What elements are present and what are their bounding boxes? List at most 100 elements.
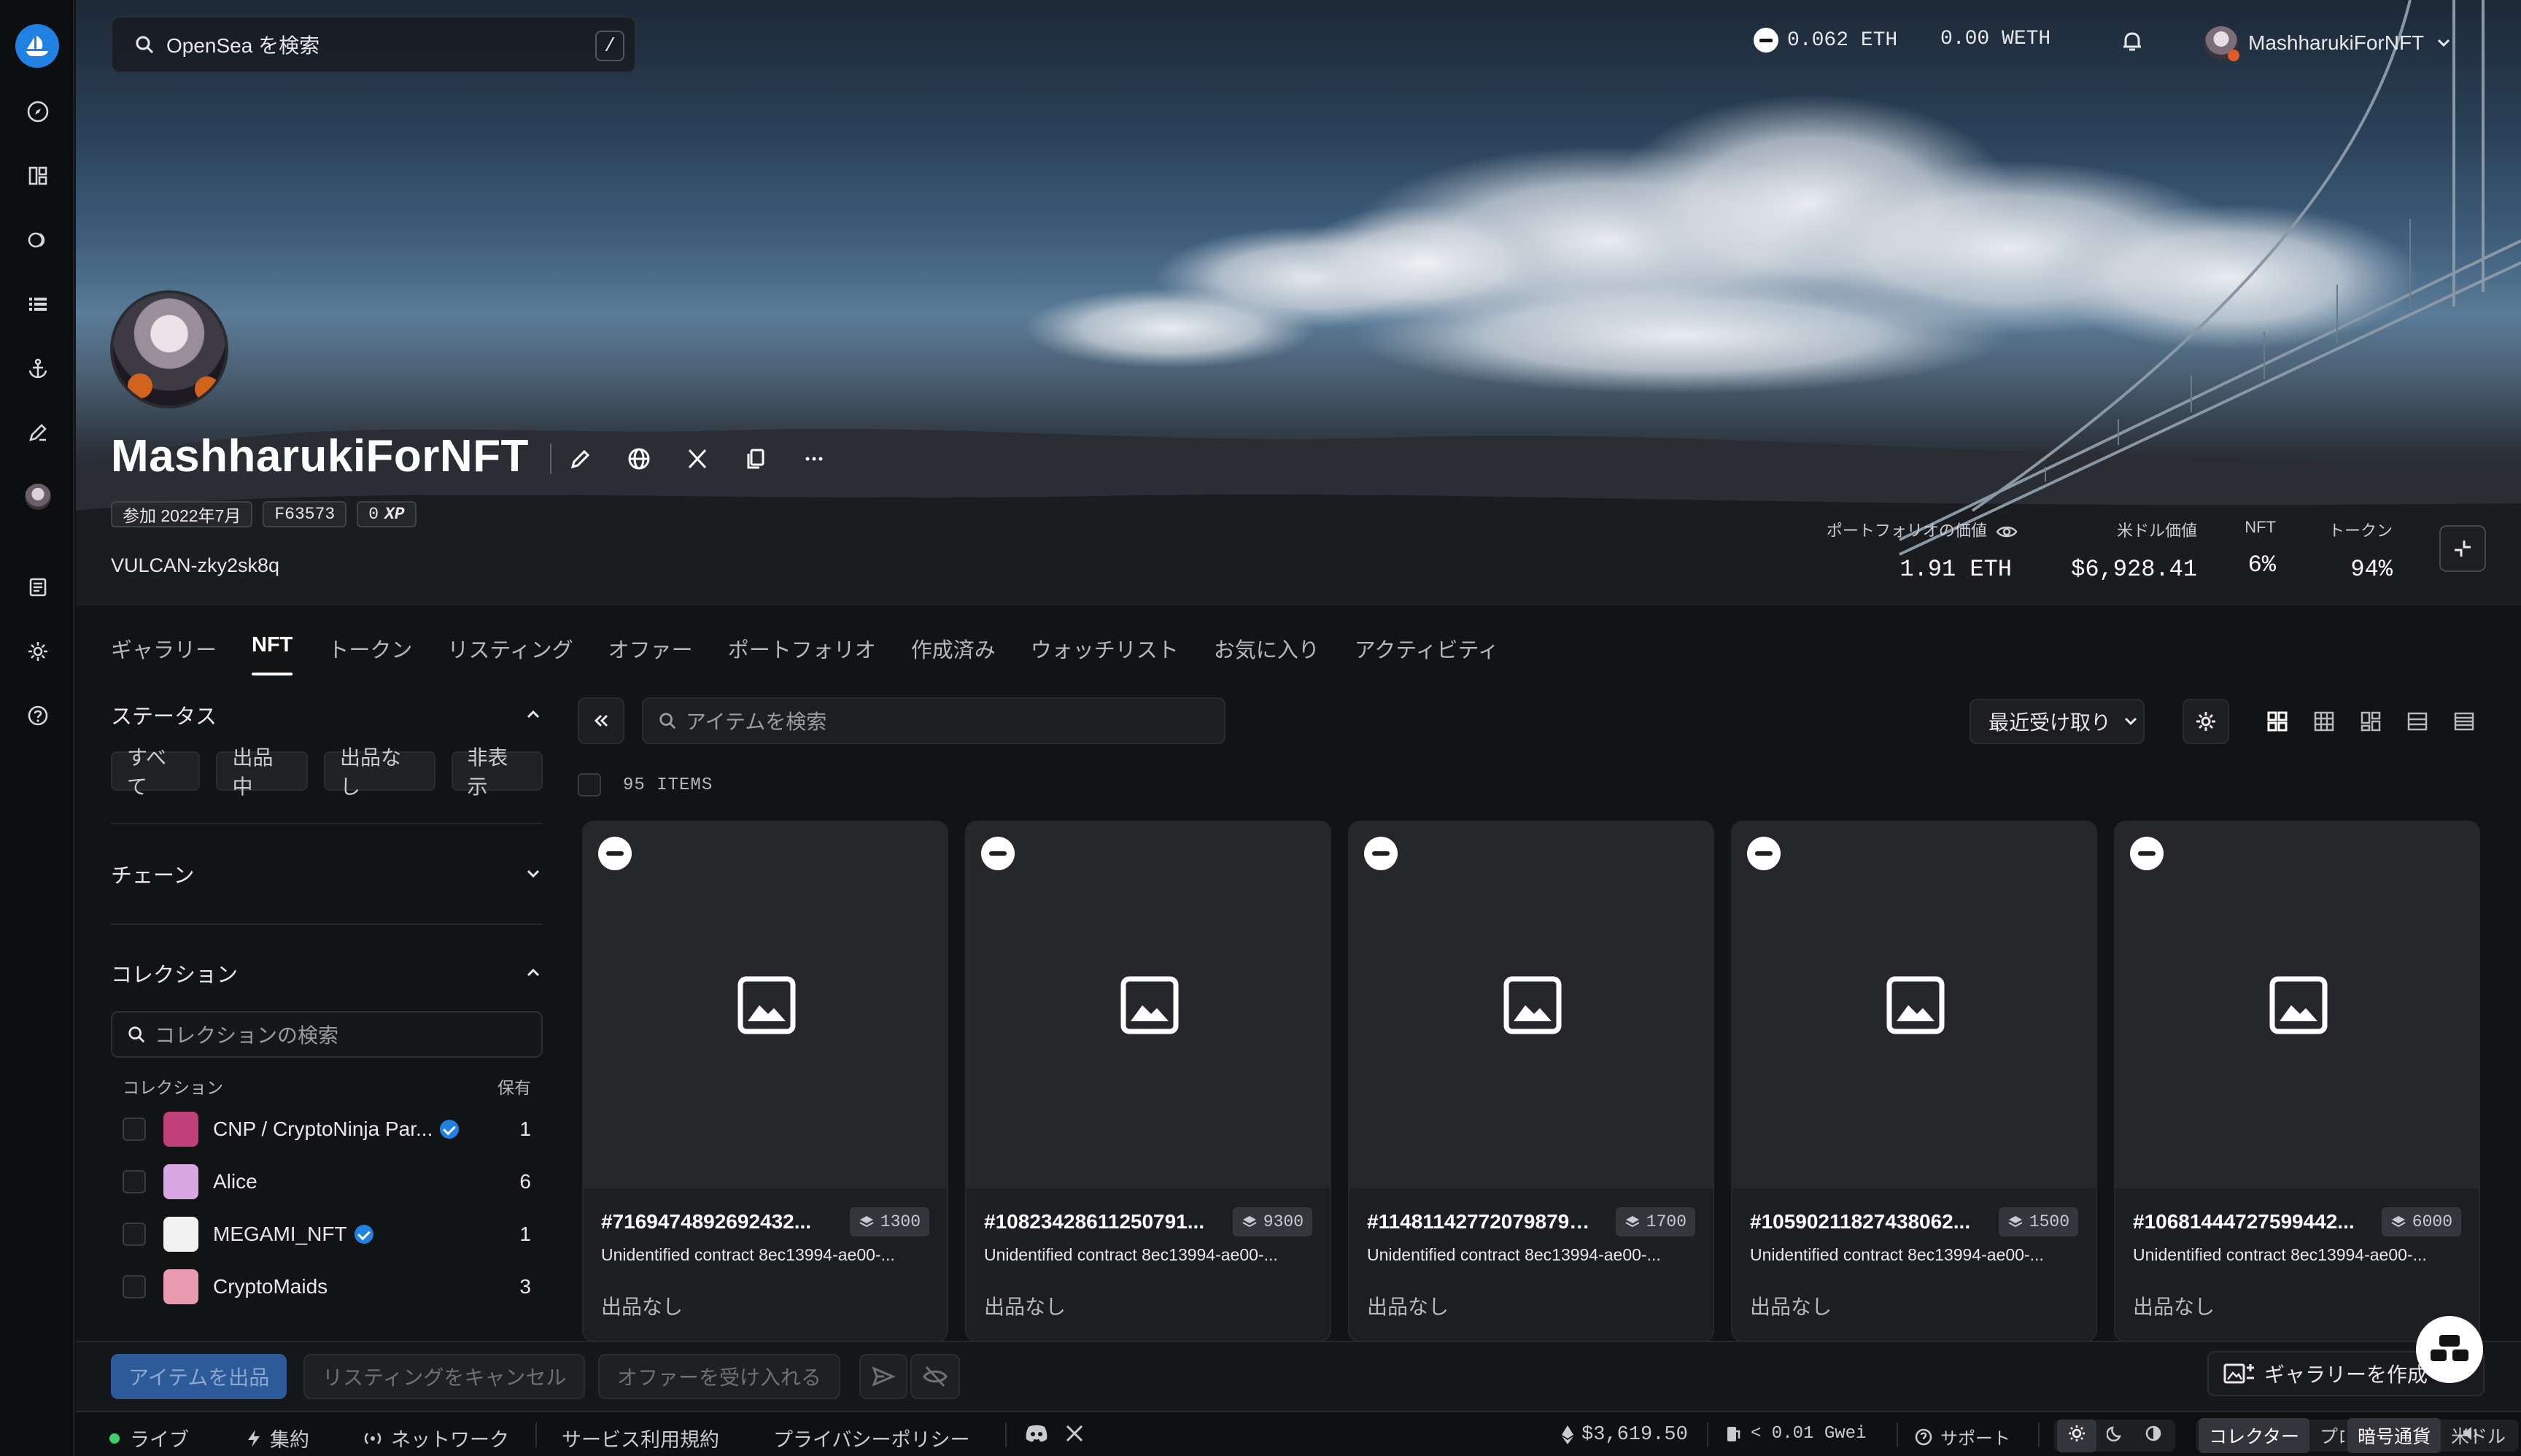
deselect-icon[interactable] bbox=[2130, 837, 2164, 870]
accept-offer-button[interactable]: オファーを受け入れる bbox=[598, 1354, 841, 1399]
x-twitter-icon[interactable] bbox=[1065, 1424, 1084, 1443]
copy-icon[interactable] bbox=[727, 442, 785, 476]
nft-media[interactable] bbox=[967, 822, 1330, 1188]
collection-checkbox[interactable] bbox=[123, 1223, 146, 1246]
status-section-header[interactable]: ステータス bbox=[111, 693, 543, 737]
tab-4[interactable]: オファー bbox=[608, 633, 693, 675]
eye-icon[interactable] bbox=[1996, 524, 2018, 540]
masonry-view-icon[interactable] bbox=[2347, 699, 2394, 744]
display-settings-button[interactable] bbox=[2183, 699, 2229, 744]
item-search-input[interactable]: アイテムを検索 bbox=[642, 697, 1225, 744]
list-view-icon[interactable] bbox=[2394, 699, 2441, 744]
live-indicator[interactable]: ライブ bbox=[109, 1424, 189, 1452]
status-filter-button[interactable]: 非表示 bbox=[451, 746, 543, 798]
profile-code-chip[interactable]: F63573 bbox=[263, 501, 347, 527]
collection-section-header[interactable]: コレクション bbox=[111, 951, 543, 995]
sound-speaker-icon[interactable] bbox=[2461, 1424, 2482, 1443]
collection-row[interactable]: Alice 6 bbox=[111, 1155, 543, 1208]
weth-balance[interactable]: 0.00 WETH bbox=[1940, 28, 2051, 50]
collapse-stats-button[interactable] bbox=[2439, 525, 2486, 572]
nft-card[interactable]: #10590211827438062... 1500 Unidentified co… bbox=[1731, 821, 2097, 1342]
terms-link[interactable]: サービス利用規約 bbox=[562, 1424, 719, 1452]
deselect-icon[interactable] bbox=[1747, 837, 1781, 870]
more-dots-icon[interactable] bbox=[785, 442, 843, 476]
aggregate-label: 集約 bbox=[270, 1429, 309, 1451]
collection-checkbox[interactable] bbox=[123, 1275, 146, 1298]
collection-checkbox[interactable] bbox=[123, 1118, 146, 1141]
grid-small-view-icon[interactable] bbox=[2301, 699, 2347, 744]
create-pen-icon[interactable] bbox=[26, 421, 50, 444]
list-icon[interactable] bbox=[26, 293, 50, 316]
list-items-button[interactable]: アイテムを出品 bbox=[111, 1354, 287, 1399]
deselect-icon[interactable] bbox=[598, 837, 632, 870]
tab-2[interactable]: トークン bbox=[328, 633, 412, 675]
anchor-icon[interactable] bbox=[26, 357, 50, 380]
aggregate-link[interactable]: 集約 bbox=[245, 1424, 309, 1452]
edit-pencil-icon[interactable] bbox=[550, 442, 610, 476]
transfer-send-button[interactable] bbox=[859, 1354, 907, 1399]
global-search-input[interactable]: OpenSea を検索 / bbox=[111, 16, 636, 73]
table-view-icon[interactable] bbox=[2441, 699, 2487, 744]
tokens-icon[interactable] bbox=[26, 228, 50, 252]
collection-row[interactable]: MEGAMI_NFT 1 bbox=[111, 1208, 543, 1261]
tab-3[interactable]: リスティング bbox=[447, 633, 573, 675]
tab-9[interactable]: アクティビティ bbox=[1355, 633, 1499, 675]
crypto-currency-tab[interactable]: 暗号通貨 bbox=[2347, 1418, 2441, 1453]
chain-title: チェーン bbox=[111, 864, 195, 888]
deselect-icon[interactable] bbox=[981, 837, 1015, 870]
eth-balance[interactable]: 0.062 ETH bbox=[1754, 28, 1897, 53]
discord-icon[interactable] bbox=[1024, 1424, 1049, 1443]
collections-grid-icon[interactable] bbox=[26, 164, 50, 187]
nft-card[interactable]: #10681444727599442... 6000 Unidentified co… bbox=[2114, 821, 2480, 1342]
user-menu[interactable]: MashharukiForNFT bbox=[2204, 26, 2453, 61]
rail-profile-avatar[interactable] bbox=[25, 484, 51, 510]
settings-gear-icon[interactable] bbox=[26, 640, 50, 663]
light-mode-sun-icon[interactable] bbox=[2057, 1419, 2096, 1452]
status-filter-button[interactable]: すべて bbox=[111, 746, 201, 798]
status-filter-button[interactable]: 出品なし bbox=[323, 746, 435, 798]
tab-6[interactable]: 作成済み bbox=[911, 633, 996, 675]
nft-media[interactable] bbox=[1349, 822, 1713, 1188]
system-theme-icon[interactable] bbox=[2134, 1425, 2172, 1447]
cancel-listing-button[interactable]: リスティングをキャンセル bbox=[303, 1354, 586, 1399]
collector-mode-tab[interactable]: コレクター bbox=[2199, 1418, 2310, 1453]
opensea-logo-icon[interactable] bbox=[15, 24, 59, 68]
tab-5[interactable]: ポートフォリオ bbox=[728, 633, 876, 675]
xp-chip[interactable]: 0 XP bbox=[357, 501, 417, 527]
collection-row[interactable]: CryptoMaids 3 bbox=[111, 1261, 543, 1313]
tab-8[interactable]: お気に入り bbox=[1214, 633, 1320, 675]
hide-button[interactable] bbox=[910, 1354, 960, 1399]
nft-card[interactable]: #10823428611250791... 9300 Unidentified co… bbox=[965, 821, 1331, 1342]
collection-row[interactable]: CNP / CryptoNinja Par... 1 bbox=[111, 1103, 543, 1155]
tab-1[interactable]: NFT bbox=[252, 633, 293, 675]
network-link[interactable]: ネットワーク bbox=[362, 1424, 509, 1452]
dark-mode-moon-icon[interactable] bbox=[2096, 1425, 2134, 1447]
activity-doc-icon[interactable] bbox=[26, 576, 50, 599]
website-globe-icon[interactable] bbox=[610, 442, 668, 476]
nft-card[interactable]: #7169474892692432... 1300 Unidentified con… bbox=[582, 821, 948, 1342]
privacy-link[interactable]: プライバシーポリシー bbox=[773, 1424, 969, 1452]
help-icon[interactable] bbox=[26, 704, 50, 727]
collection-search-input[interactable]: コレクションの検索 bbox=[111, 1011, 543, 1058]
profile-avatar[interactable] bbox=[110, 290, 228, 408]
support-link[interactable]: サポート bbox=[1914, 1424, 2010, 1449]
nft-media[interactable] bbox=[584, 822, 947, 1188]
status-filter-button[interactable]: 出品中 bbox=[216, 746, 308, 798]
chain-section-header[interactable]: チェーン bbox=[111, 852, 543, 896]
nft-card[interactable]: #11481142772079879​5... 1700 Unidentified … bbox=[1348, 821, 1714, 1342]
explore-compass-icon[interactable] bbox=[26, 100, 50, 123]
select-all-checkbox[interactable] bbox=[578, 773, 601, 797]
collapse-filters-button[interactable] bbox=[578, 697, 624, 744]
tab-7[interactable]: ウォッチリスト bbox=[1031, 633, 1179, 675]
collection-checkbox[interactable] bbox=[123, 1170, 146, 1193]
nft-media[interactable] bbox=[1732, 822, 2096, 1188]
assistant-fab-button[interactable] bbox=[2416, 1316, 2483, 1383]
deselect-icon[interactable] bbox=[1364, 837, 1398, 870]
sort-dropdown[interactable]: 最近受け取り bbox=[1970, 699, 2145, 744]
nft-media[interactable] bbox=[2115, 822, 2479, 1188]
tab-0[interactable]: ギャラリー bbox=[111, 633, 217, 675]
grid-large-view-icon[interactable] bbox=[2254, 699, 2301, 744]
notifications-bell-icon[interactable] bbox=[2120, 29, 2145, 54]
x-twitter-icon[interactable] bbox=[668, 442, 727, 476]
collection-name: MEGAMI_NFT bbox=[213, 1223, 347, 1245]
